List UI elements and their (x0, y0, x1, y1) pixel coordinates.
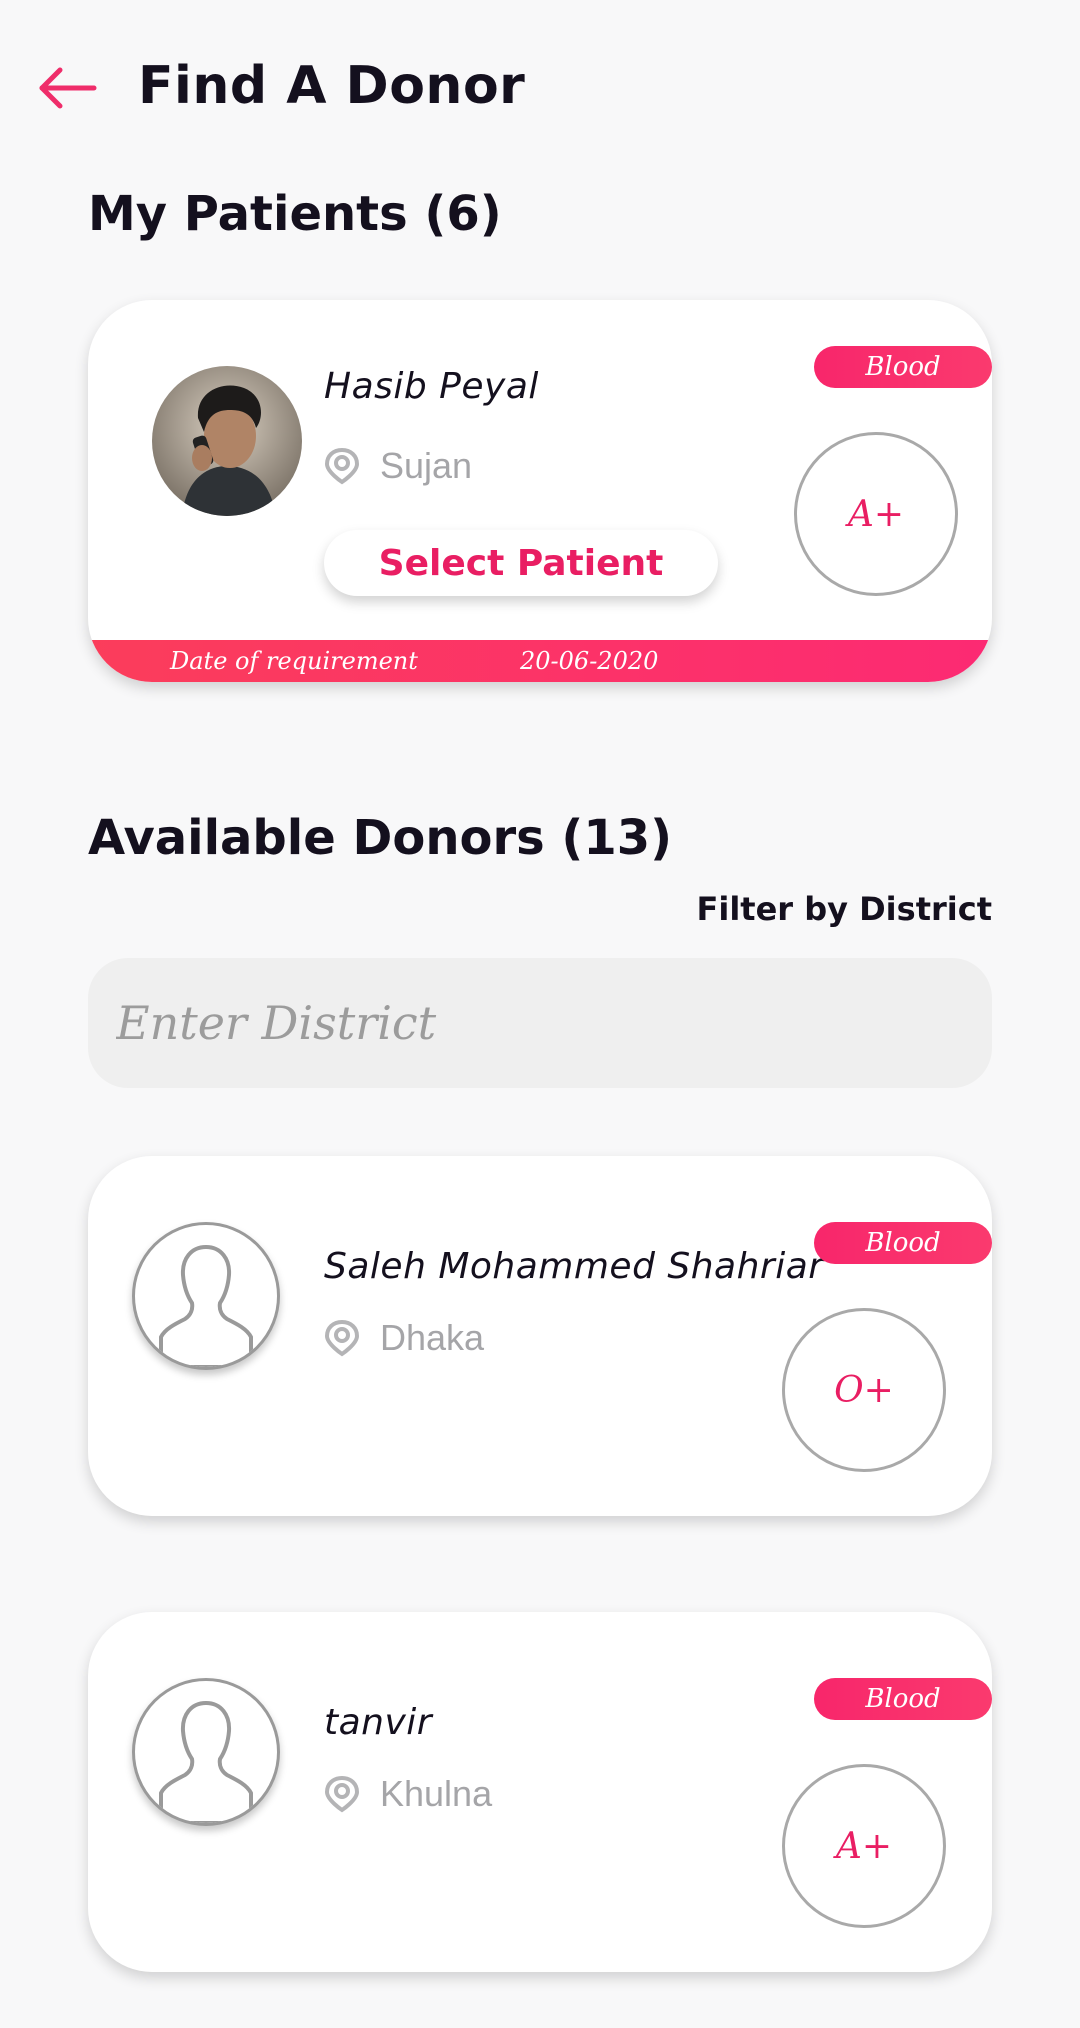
donor-name: tanvir (324, 1702, 433, 1743)
app-header: Find A Donor (0, 0, 1080, 180)
donors-section-title: Available Donors (13) (88, 810, 672, 866)
blood-badge: Blood (814, 1678, 992, 1720)
blood-badge: Blood (814, 1222, 992, 1264)
donor-location: Khulna (324, 1772, 492, 1816)
back-button[interactable] (36, 62, 100, 114)
donor-card[interactable]: Saleh Mohammed Shahriar Dhaka Blood O+ (88, 1156, 992, 1516)
donor-card[interactable]: tanvir Khulna Blood A+ (88, 1612, 992, 1972)
donors-count: (13) (561, 810, 673, 866)
filter-by-district-label: Filter by District (696, 890, 992, 928)
blood-group-circle: A+ (782, 1764, 946, 1928)
donor-avatar (132, 1678, 280, 1826)
donor-name: Saleh Mohammed Shahriar (324, 1246, 824, 1287)
page-title: Find A Donor (138, 56, 526, 116)
patient-photo-icon (152, 366, 302, 516)
location-pin-icon (324, 447, 360, 485)
blood-group-circle: O+ (782, 1308, 946, 1472)
donor-location-text: Khulna (380, 1773, 493, 1814)
blood-badge: Blood (814, 346, 992, 388)
donor-location-text: Dhaka (380, 1317, 485, 1358)
patients-count: (6) (424, 186, 502, 242)
patient-location: Sujan (324, 444, 472, 488)
arrow-left-icon (39, 67, 97, 109)
date-label: Date of requirement (170, 647, 418, 675)
donor-location: Dhaka (324, 1316, 484, 1360)
date-value: 20-06-2020 (520, 647, 659, 675)
district-input[interactable] (88, 958, 992, 1088)
patient-card[interactable]: Hasib Peyal Sujan Select Patient Blood A… (88, 300, 992, 682)
patients-title-text: My Patients (88, 186, 408, 242)
patient-avatar (152, 366, 302, 516)
date-of-requirement-strip: Date of requirement 20-06-2020 (88, 640, 992, 682)
select-patient-button[interactable]: Select Patient (324, 530, 718, 596)
donor-avatar (132, 1222, 280, 1370)
location-pin-icon (324, 1775, 360, 1813)
user-silhouette-icon (159, 1245, 253, 1367)
blood-group-circle: A+ (794, 432, 958, 596)
patients-section-title: My Patients (6) (88, 186, 502, 242)
patient-location-text: Sujan (380, 445, 473, 486)
user-silhouette-icon (159, 1701, 253, 1823)
donors-title-text: Available Donors (88, 810, 545, 866)
patient-name: Hasib Peyal (324, 366, 539, 407)
location-pin-icon (324, 1319, 360, 1357)
